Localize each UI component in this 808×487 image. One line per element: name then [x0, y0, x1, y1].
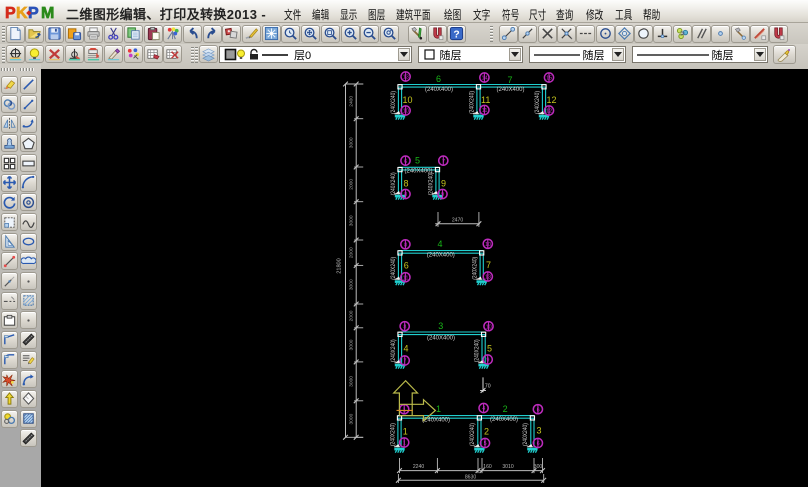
- svg-text:21800: 21800: [337, 258, 343, 274]
- svg-text:(240X400): (240X400): [427, 251, 455, 258]
- svg-text:(240X240): (240X240): [535, 91, 541, 114]
- svg-text:(240X400): (240X400): [490, 416, 518, 423]
- svg-text:9: 9: [441, 179, 446, 189]
- svg-text:(240X240): (240X240): [391, 172, 397, 195]
- svg-text:1: 1: [436, 404, 441, 414]
- svg-text:2: 2: [503, 404, 508, 414]
- svg-text:13: 13: [403, 75, 409, 81]
- svg-text:10: 10: [486, 324, 492, 330]
- svg-text:(240X400): (240X400): [425, 86, 453, 93]
- svg-text:(240X400): (240X400): [497, 86, 525, 93]
- svg-text:6: 6: [436, 74, 441, 84]
- svg-text:8: 8: [404, 243, 407, 249]
- svg-text:2: 2: [484, 426, 489, 436]
- svg-text:?: ?: [454, 29, 460, 40]
- svg-text:4: 4: [404, 344, 409, 354]
- svg-text:10: 10: [403, 109, 409, 115]
- svg-text:160: 160: [483, 464, 492, 470]
- svg-text:K: K: [16, 5, 28, 22]
- svg-text:(240X240): (240X240): [391, 257, 397, 280]
- svg-text:11: 11: [482, 108, 488, 114]
- svg-text:3000: 3000: [349, 413, 355, 424]
- svg-text:11: 11: [403, 275, 409, 281]
- svg-text:(240X240): (240X240): [470, 423, 476, 446]
- svg-text:7: 7: [507, 75, 512, 85]
- svg-text:(240X240): (240X240): [390, 423, 396, 446]
- svg-text:(240X400): (240X400): [427, 334, 455, 341]
- svg-text:13: 13: [485, 275, 491, 281]
- svg-text:7: 7: [442, 159, 445, 165]
- svg-text:1: 1: [403, 441, 406, 447]
- svg-text:(240X240): (240X240): [428, 172, 434, 195]
- svg-text:6: 6: [404, 159, 407, 165]
- svg-text:1: 1: [403, 426, 408, 436]
- svg-text:(240X240): (240X240): [474, 339, 480, 362]
- svg-text:7: 7: [403, 359, 406, 365]
- svg-text:M: M: [41, 5, 54, 22]
- svg-text:3000: 3000: [349, 339, 355, 350]
- svg-text:9: 9: [486, 358, 489, 364]
- svg-text:8630: 8630: [465, 474, 476, 480]
- svg-text:5: 5: [415, 155, 420, 165]
- svg-text:8: 8: [404, 192, 407, 198]
- svg-text:3: 3: [438, 321, 443, 331]
- svg-text:3010: 3010: [502, 464, 513, 470]
- svg-text:2400: 2400: [349, 96, 355, 107]
- svg-text:12: 12: [546, 109, 552, 115]
- svg-text:4: 4: [482, 406, 485, 412]
- svg-text:70: 70: [485, 384, 491, 390]
- svg-text:6: 6: [404, 261, 409, 271]
- svg-text:3000: 3000: [349, 137, 355, 148]
- svg-text:14: 14: [482, 76, 488, 82]
- svg-text:P: P: [5, 5, 16, 22]
- svg-text:3000: 3000: [349, 215, 355, 226]
- svg-text:10: 10: [403, 95, 413, 105]
- svg-text:2240: 2240: [413, 464, 424, 470]
- svg-text:(240X240): (240X240): [523, 423, 529, 446]
- svg-text:9: 9: [441, 192, 444, 198]
- svg-text:(240X240): (240X240): [391, 91, 397, 114]
- svg-text:2470: 2470: [452, 218, 463, 224]
- svg-text:(240X240): (240X240): [473, 257, 479, 280]
- svg-text:3000: 3000: [349, 376, 355, 387]
- svg-text:3000: 3000: [349, 279, 355, 290]
- svg-text:7: 7: [486, 260, 491, 270]
- svg-text:2000: 2000: [349, 179, 355, 190]
- svg-text:3: 3: [537, 426, 542, 436]
- svg-text:(240X240): (240X240): [391, 339, 397, 362]
- svg-text:8: 8: [404, 179, 409, 189]
- svg-text:6: 6: [537, 407, 540, 413]
- svg-text:300: 300: [534, 464, 543, 470]
- svg-text:4: 4: [437, 239, 442, 249]
- svg-text:2000: 2000: [349, 247, 355, 258]
- svg-text:6: 6: [537, 441, 540, 447]
- svg-text:15: 15: [546, 76, 552, 82]
- svg-text:12: 12: [547, 95, 557, 105]
- svg-text:10: 10: [485, 242, 491, 248]
- svg-text:5: 5: [484, 441, 487, 447]
- svg-text:5: 5: [487, 344, 492, 354]
- svg-text:2000: 2000: [349, 310, 355, 321]
- svg-text:11: 11: [481, 95, 490, 105]
- svg-text:(240X400): (240X400): [405, 168, 433, 175]
- svg-text:8: 8: [403, 324, 406, 330]
- svg-text:(240X240): (240X240): [469, 91, 475, 114]
